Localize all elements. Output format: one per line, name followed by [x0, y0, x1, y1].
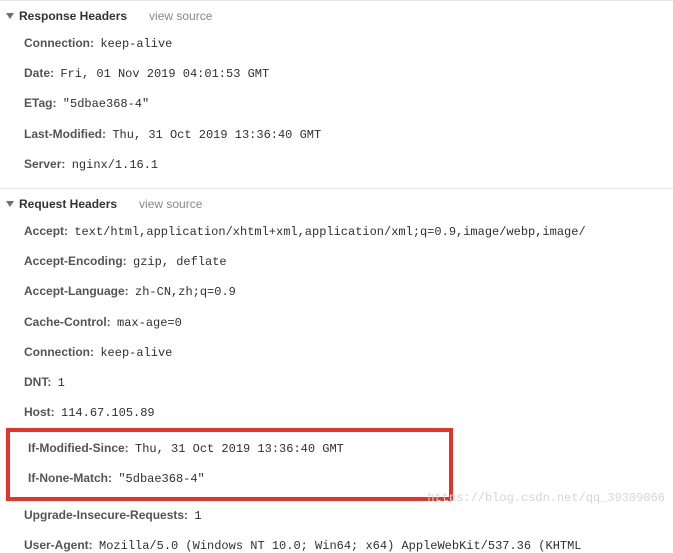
header-name: Connection:	[24, 36, 94, 50]
header-name: If-Modified-Since:	[28, 441, 129, 455]
header-name: Upgrade-Insecure-Requests:	[24, 508, 188, 522]
header-value: keep-alive	[100, 37, 172, 51]
header-name: DNT:	[24, 375, 51, 389]
header-value: 1	[194, 509, 201, 523]
view-source-link[interactable]: view source	[149, 9, 212, 23]
header-value: Thu, 31 Oct 2019 13:36:40 GMT	[135, 442, 344, 456]
header-name: Accept-Language:	[24, 284, 129, 298]
header-value: max-age=0	[117, 316, 182, 330]
header-value: "5dbae368-4"	[63, 97, 149, 111]
header-row: DNT: 1	[0, 368, 673, 398]
header-name: Server:	[24, 157, 65, 171]
header-name: User-Agent:	[24, 538, 93, 552]
chevron-down-icon	[6, 201, 14, 207]
header-value: gzip, deflate	[133, 255, 227, 269]
header-value: Fri, 01 Nov 2019 04:01:53 GMT	[60, 67, 269, 81]
request-headers-toggle[interactable]: Request Headers view source	[0, 193, 673, 215]
header-name: ETag:	[24, 96, 56, 110]
request-headers-title: Request Headers	[19, 197, 117, 211]
header-row: Accept-Language: zh-CN,zh;q=0.9	[0, 277, 673, 307]
header-row: Upgrade-Insecure-Requests: 1	[0, 501, 673, 531]
header-row: Date: Fri, 01 Nov 2019 04:01:53 GMT	[0, 59, 673, 89]
header-row: Accept-Encoding: gzip, deflate	[0, 247, 673, 277]
header-value: "5dbae368-4"	[118, 472, 204, 486]
header-row: Host: 114.67.105.89	[0, 398, 673, 428]
header-row: Cache-Control: max-age=0	[0, 308, 673, 338]
header-value: nginx/1.16.1	[72, 158, 158, 172]
highlight-annotation: If-Modified-Since: Thu, 31 Oct 2019 13:3…	[6, 428, 453, 500]
header-value: zh-CN,zh;q=0.9	[135, 285, 236, 299]
chevron-down-icon	[6, 13, 14, 19]
response-headers-list: Connection: keep-alive Date: Fri, 01 Nov…	[0, 27, 673, 188]
header-name: Last-Modified:	[24, 127, 106, 141]
header-row: If-Modified-Since: Thu, 31 Oct 2019 13:3…	[10, 434, 449, 464]
header-name: Date:	[24, 66, 54, 80]
header-row: ETag: "5dbae368-4"	[0, 89, 673, 119]
request-headers-list: Accept: text/html,application/xhtml+xml,…	[0, 215, 673, 553]
response-headers-toggle[interactable]: Response Headers view source	[0, 5, 673, 27]
view-source-link[interactable]: view source	[139, 197, 202, 211]
request-headers-section: Request Headers view source Accept: text…	[0, 188, 673, 553]
header-value: keep-alive	[100, 346, 172, 360]
header-row: Accept: text/html,application/xhtml+xml,…	[0, 217, 673, 247]
header-name: If-None-Match:	[28, 471, 112, 485]
header-row: Connection: keep-alive	[0, 29, 673, 59]
response-headers-section: Response Headers view source Connection:…	[0, 0, 673, 188]
header-name: Accept:	[24, 224, 68, 238]
header-value: text/html,application/xhtml+xml,applicat…	[74, 225, 585, 239]
response-headers-title: Response Headers	[19, 9, 127, 23]
header-row: Server: nginx/1.16.1	[0, 150, 673, 180]
header-row: If-None-Match: "5dbae368-4"	[10, 464, 449, 494]
header-value: 114.67.105.89	[61, 406, 155, 420]
header-value: Mozilla/5.0 (Windows NT 10.0; Win64; x64…	[99, 539, 581, 553]
header-name: Connection:	[24, 345, 94, 359]
header-name: Cache-Control:	[24, 315, 111, 329]
header-value: Thu, 31 Oct 2019 13:36:40 GMT	[112, 128, 321, 142]
header-name: Accept-Encoding:	[24, 254, 127, 268]
header-row: Connection: keep-alive	[0, 338, 673, 368]
header-row: Last-Modified: Thu, 31 Oct 2019 13:36:40…	[0, 120, 673, 150]
header-row: User-Agent: Mozilla/5.0 (Windows NT 10.0…	[0, 531, 673, 553]
header-name: Host:	[24, 405, 55, 419]
header-value: 1	[58, 376, 65, 390]
